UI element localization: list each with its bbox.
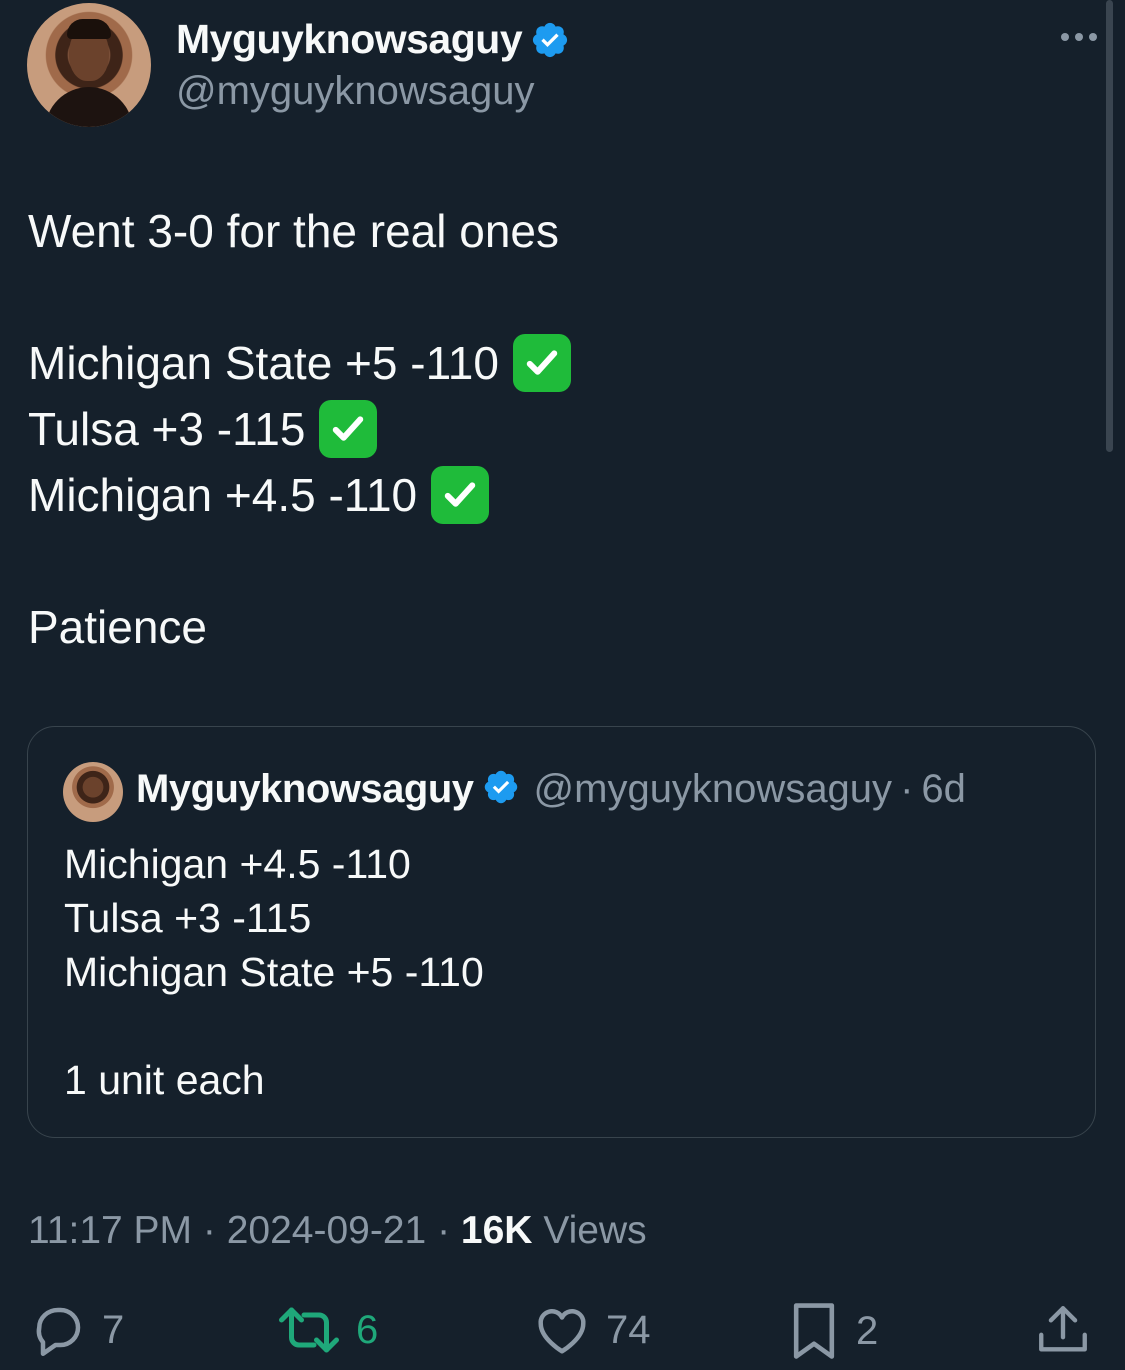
- quoted-author-handle: @myguyknowsaguy: [533, 767, 893, 811]
- views-label: Views: [543, 1209, 647, 1252]
- bookmark-icon: [786, 1300, 842, 1362]
- like-count: 74: [606, 1307, 651, 1352]
- quoted-line: 1 unit each: [64, 1057, 265, 1103]
- quoted-line-blank: [64, 999, 484, 1053]
- check-mark-icon: [431, 466, 490, 524]
- author-handle[interactable]: @myguyknowsaguy: [176, 69, 535, 114]
- scrollbar[interactable]: [1106, 0, 1113, 452]
- meta-separator: ·: [437, 1209, 451, 1252]
- tweet-meta: 11:17 PM · 2024-09-21 · 16K Views: [28, 1209, 647, 1253]
- verified-badge-icon[interactable]: [530, 20, 570, 60]
- tweet-text: Went 3-0 for the real ones Michigan Stat…: [28, 198, 571, 660]
- meta-separator: ·: [202, 1209, 216, 1252]
- reply-count: 7: [102, 1307, 125, 1352]
- bookmark-count: 2: [856, 1308, 879, 1353]
- tweet-line-text: Michigan +4.5 -110: [28, 469, 418, 521]
- avatar[interactable]: [27, 3, 151, 127]
- tweet-header: Myguyknowsaguy @myguyknowsaguy: [27, 3, 1097, 128]
- quoted-age: 6d: [921, 767, 966, 811]
- author-name[interactable]: Myguyknowsaguy: [176, 16, 523, 63]
- quoted-line: Tulsa +3 -115: [64, 895, 312, 941]
- check-mark-icon: [319, 400, 378, 458]
- bookmark-button[interactable]: 2: [786, 1300, 878, 1362]
- quoted-author-name: Myguyknowsaguy: [136, 767, 474, 811]
- action-bar: 7 6 74 2: [0, 1300, 1125, 1370]
- tweet-line-text: Michigan State +5 -110: [28, 337, 499, 389]
- quoted-tweet[interactable]: Myguyknowsaguy @myguyknowsaguy · 6d Mich…: [27, 726, 1096, 1138]
- author-name-row: Myguyknowsaguy: [176, 16, 570, 63]
- tweet-line-text: Tulsa +3 -115: [28, 403, 306, 455]
- check-mark-icon: [512, 334, 571, 392]
- quoted-text: Michigan +4.5 -110 Tulsa +3 -115 Michiga…: [64, 837, 484, 1107]
- tweet-time[interactable]: 11:17 PM: [28, 1209, 192, 1252]
- tweet-line: Michigan State +5 -110: [28, 330, 571, 396]
- more-icon[interactable]: [1061, 33, 1097, 41]
- retweet-count: 6: [356, 1307, 379, 1352]
- like-button[interactable]: 74: [532, 1300, 651, 1360]
- tweet-line: Went 3-0 for the real ones: [28, 205, 559, 257]
- quoted-separator: ·: [900, 767, 914, 811]
- retweet-button[interactable]: 6: [276, 1300, 378, 1360]
- verified-badge-icon: [482, 768, 520, 811]
- quoted-line: Michigan State +5 -110: [64, 949, 484, 995]
- quoted-line: Michigan +4.5 -110: [64, 841, 411, 887]
- quoted-avatar[interactable]: [63, 762, 123, 822]
- tweet-line: Patience: [28, 601, 208, 653]
- quoted-header: Myguyknowsaguy @myguyknowsaguy · 6d: [136, 767, 966, 812]
- share-button[interactable]: [1034, 1300, 1092, 1360]
- like-icon: [532, 1300, 592, 1360]
- reply-button[interactable]: 7: [28, 1300, 124, 1360]
- retweet-icon: [276, 1300, 342, 1360]
- share-icon: [1034, 1300, 1092, 1360]
- tweet-line: Michigan +4.5 -110: [28, 462, 571, 528]
- reply-icon: [28, 1300, 88, 1360]
- views-count[interactable]: 16K: [461, 1209, 533, 1252]
- tweet-line: Tulsa +3 -115: [28, 396, 571, 462]
- tweet-date[interactable]: 2024-09-21: [227, 1209, 427, 1252]
